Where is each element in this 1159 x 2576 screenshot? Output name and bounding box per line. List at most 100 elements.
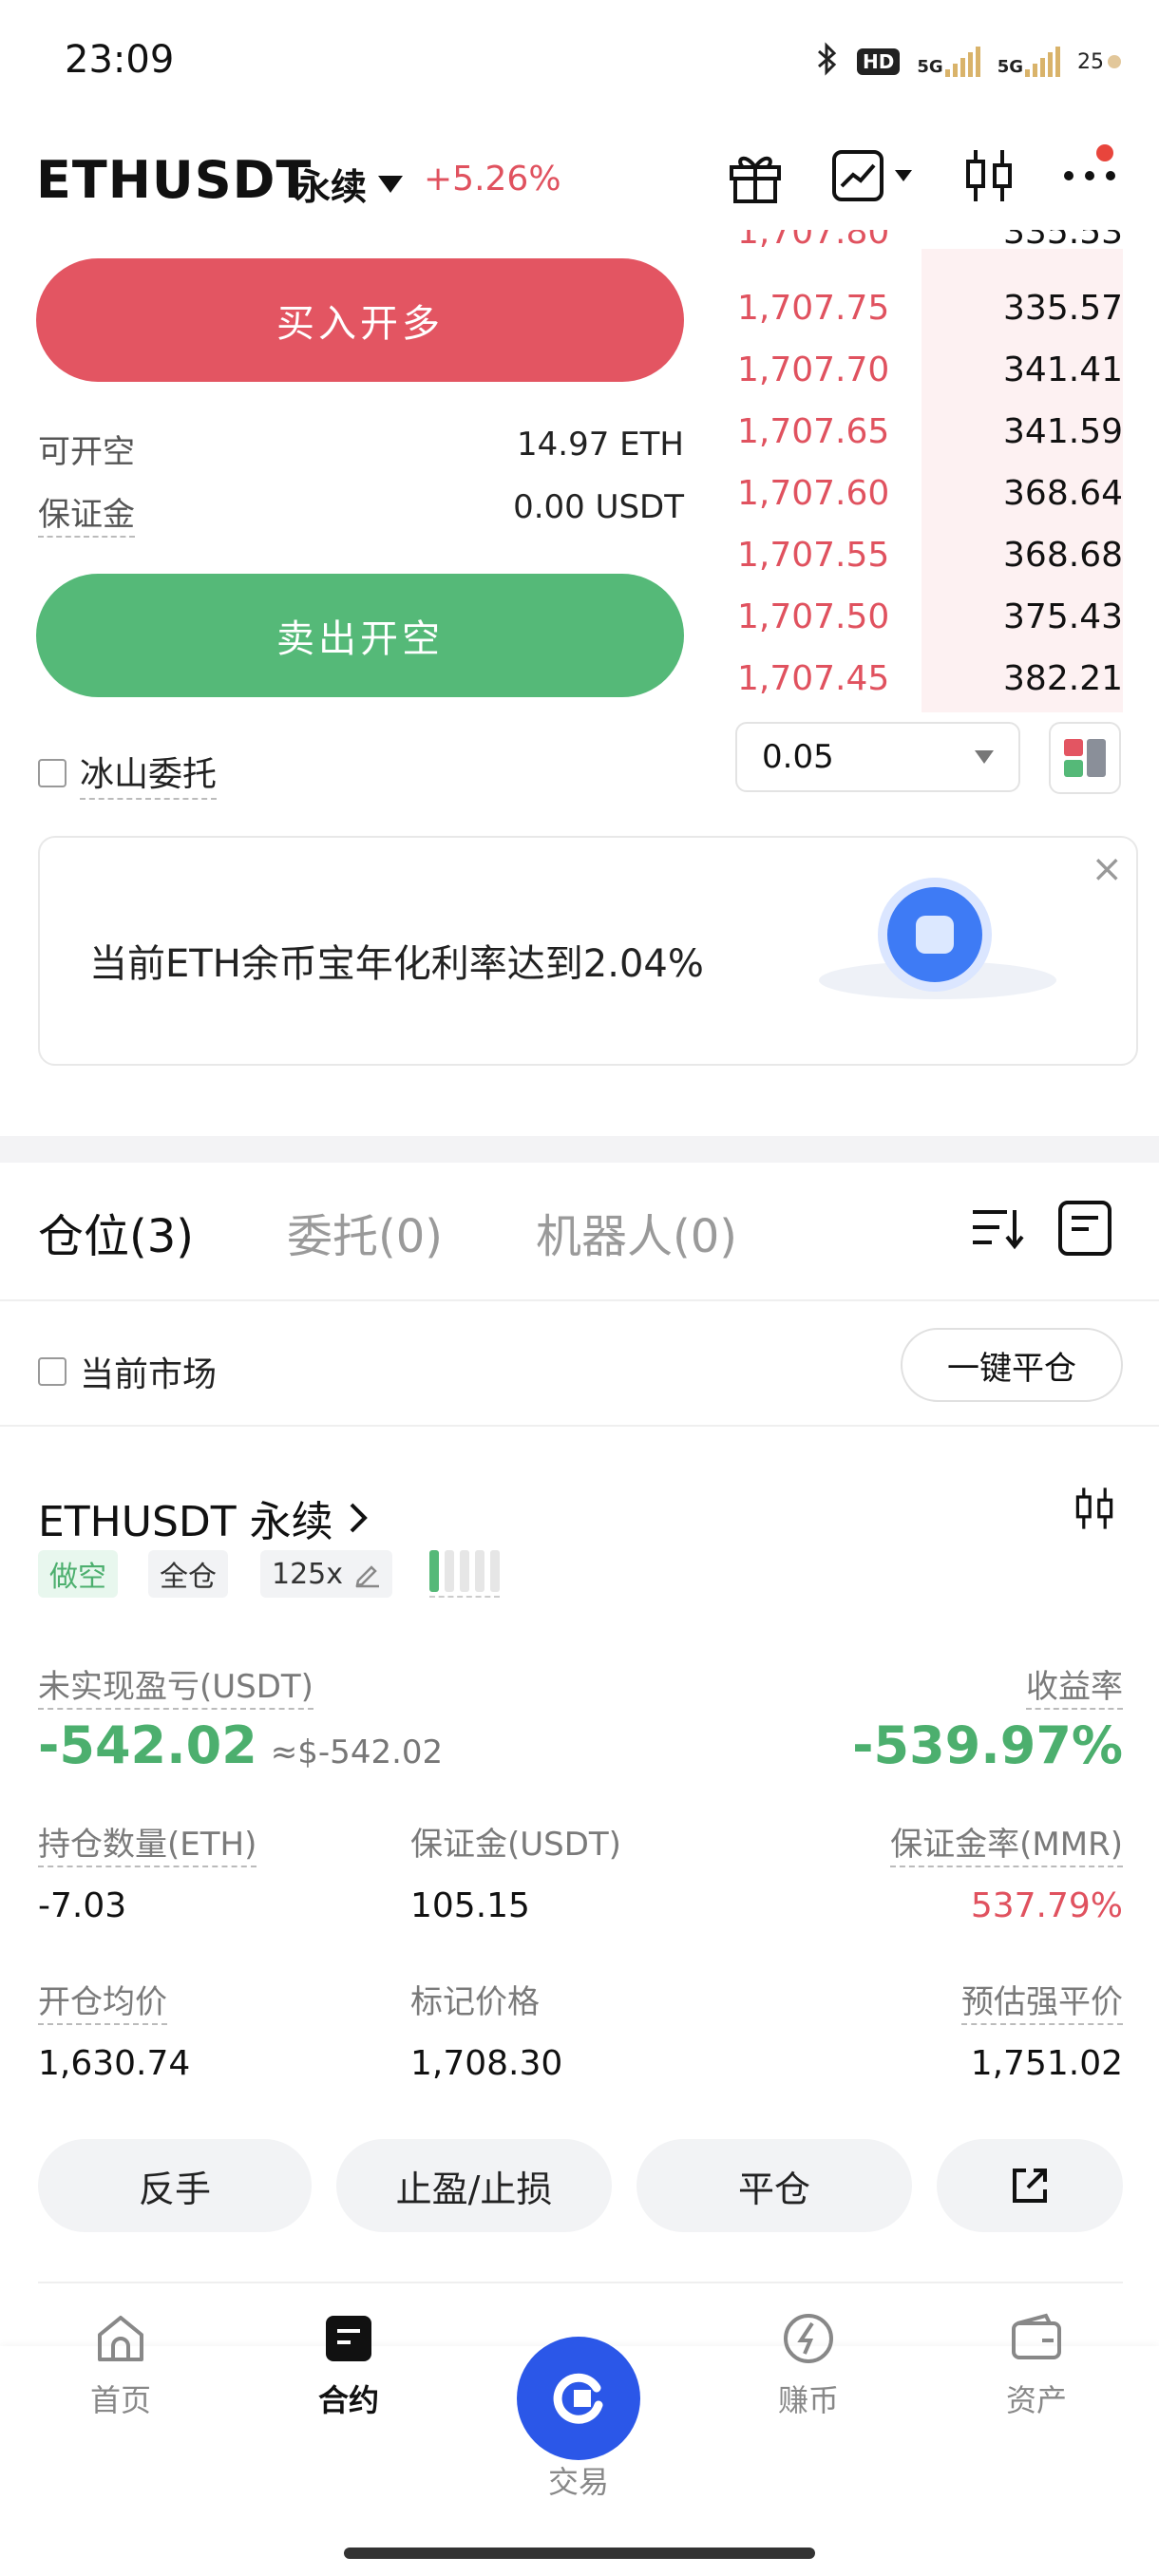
candlestick-icon[interactable] (1072, 1484, 1117, 1537)
precision-select[interactable]: 0.05 (735, 722, 1020, 792)
symbol-title[interactable]: ETHUSDT (36, 150, 312, 210)
nav-futures[interactable]: 合约 (268, 2308, 429, 2420)
signal-2: 5G (998, 47, 1060, 77)
liq-price-label[interactable]: 预估强平价 (961, 1976, 1123, 2025)
position-title[interactable]: ETHUSDT 永续 (38, 1487, 370, 1548)
nav-trade[interactable]: 交易 (498, 2458, 659, 2502)
mark-price-label: 标记价格 (410, 1983, 540, 2021)
roe-value: -539.97% (852, 1715, 1123, 1775)
leverage-tag[interactable]: 125x (260, 1550, 393, 1598)
status-icons: HD 5G 5G 25 (815, 42, 1121, 82)
iceberg-checkbox[interactable] (38, 759, 66, 787)
contract-type-label: 永续 (294, 166, 368, 208)
current-market-label: 当前市场 (80, 1355, 218, 1394)
earn-icon (778, 2308, 839, 2369)
section-divider (0, 1136, 1159, 1163)
price-change: +5.26% (424, 160, 561, 199)
order-book-layout-button[interactable] (1049, 722, 1121, 794)
edit-icon (355, 1565, 380, 1588)
order-book-clip: 1,707.80 335.53 (737, 230, 1123, 258)
tab-positions[interactable]: 仓位(3) (38, 1199, 194, 1265)
order-book-layout-icon (1064, 739, 1106, 777)
close-position-button[interactable]: 平仓 (636, 2139, 912, 2232)
divider (0, 1425, 1159, 1427)
home-indicator (344, 2548, 815, 2559)
entry-price-label[interactable]: 开仓均价 (38, 1976, 167, 2025)
pnl-approx: ≈$-542.02 (270, 1733, 444, 1771)
position-margin-label: 保证金(USDT) (410, 1826, 621, 1864)
mmr-label[interactable]: 保证金率(MMR) (890, 1818, 1123, 1867)
gift-icon[interactable] (722, 142, 788, 209)
trade-fab-button[interactable] (517, 2337, 640, 2460)
entry-price-value: 1,630.74 (38, 2044, 191, 2083)
chart-trend-icon (832, 150, 884, 201)
tpsl-button[interactable]: 止盈/止损 (336, 2139, 612, 2232)
close-icon[interactable]: × (1091, 847, 1123, 891)
buy-long-button[interactable]: 买入开多 (36, 258, 684, 382)
size-value: -7.03 (38, 1886, 127, 1925)
reverse-button[interactable]: 反手 (38, 2139, 312, 2232)
open-short-value: 14.97 ETH (517, 426, 684, 464)
margin-value: 0.00 USDT (513, 488, 684, 526)
iceberg-order-toggle[interactable]: 冰山委托 (38, 747, 218, 800)
order-book-row[interactable]: 1,707.45 382.21 (737, 648, 1123, 710)
current-market-filter[interactable]: 当前市场 (38, 1347, 217, 1396)
promo-text: 当前ETH余币宝年化利率达到2.04% (89, 942, 704, 986)
caret-down-icon (895, 170, 912, 181)
home-icon (90, 2308, 151, 2369)
margin-mode-tag: 全仓 (148, 1550, 228, 1598)
pnl-value: -542.02 (38, 1715, 257, 1775)
notification-dot (1096, 144, 1113, 161)
order-book-row[interactable]: 1,707.50 375.43 (737, 586, 1123, 648)
position-symbol: ETHUSDT 永续 (38, 1498, 333, 1546)
futures-icon (318, 2308, 379, 2369)
sort-icon[interactable] (969, 1199, 1026, 1260)
status-time: 23:09 (65, 38, 175, 82)
order-book-row[interactable]: 1,707.55 368.68 (737, 524, 1123, 586)
battery-indicator: 25 (1077, 50, 1121, 74)
order-book-row[interactable]: 1,707.60 368.64 (737, 463, 1123, 524)
order-book-row[interactable]: 1,707.75 335.57 (737, 277, 1123, 339)
chevron-right-icon (350, 1503, 368, 1533)
tab-bots[interactable]: 机器人(0) (536, 1199, 737, 1265)
nav-earn[interactable]: 赚币 (728, 2308, 889, 2420)
trade-icon (553, 2373, 603, 2424)
wallet-icon (1006, 2308, 1067, 2369)
pnl-row: -542.02 ≈$-542.02 (38, 1715, 443, 1775)
iceberg-label: 冰山委托 (80, 747, 218, 800)
tab-orders[interactable]: 委托(0) (287, 1199, 443, 1265)
nav-home[interactable]: 首页 (40, 2308, 201, 2420)
promo-coin-icon (878, 878, 992, 992)
position-margin-value: 105.15 (410, 1886, 530, 1925)
order-book-row[interactable]: 1,707.80 335.53 (737, 230, 1123, 258)
nav-assets[interactable]: 资产 (956, 2308, 1117, 2420)
order-book-row[interactable]: 1,707.65 341.59 (737, 401, 1123, 463)
leverage-value: 125x (272, 1557, 344, 1591)
size-label[interactable]: 持仓数量(ETH) (38, 1818, 257, 1867)
roe-label[interactable]: 收益率 (1026, 1660, 1123, 1710)
caret-down-icon (378, 175, 404, 193)
order-book-row[interactable]: 1,707.70 341.41 (737, 339, 1123, 401)
hd-badge: HD (857, 48, 901, 75)
pnl-label[interactable]: 未实现盈亏(USDT) (38, 1660, 314, 1710)
divider (38, 2282, 1123, 2283)
chart-type-selector[interactable] (828, 142, 933, 209)
bluetooth-icon (815, 42, 840, 82)
candlestick-icon[interactable] (956, 142, 1022, 209)
share-icon (1013, 2169, 1047, 2203)
side-tag: 做空 (38, 1550, 118, 1598)
margin-label[interactable]: 保证金 (38, 488, 135, 538)
current-market-checkbox[interactable] (38, 1357, 66, 1386)
share-button[interactable] (937, 2139, 1123, 2232)
close-all-button[interactable]: 一键平仓 (901, 1328, 1123, 1402)
promo-banner[interactable]: 当前ETH余币宝年化利率达到2.04% × (38, 836, 1138, 1066)
caret-down-icon (975, 750, 994, 764)
sell-short-button[interactable]: 卖出开空 (36, 574, 684, 697)
mark-price-value: 1,708.30 (410, 2044, 563, 2083)
liq-price-value: 1,751.02 (970, 2044, 1123, 2083)
contract-type-selector[interactable]: 永续 (294, 158, 404, 210)
precision-value: 0.05 (762, 738, 834, 776)
risk-level-bar[interactable] (429, 1550, 500, 1598)
order-history-icon[interactable] (1056, 1199, 1113, 1261)
divider (0, 1299, 1159, 1301)
